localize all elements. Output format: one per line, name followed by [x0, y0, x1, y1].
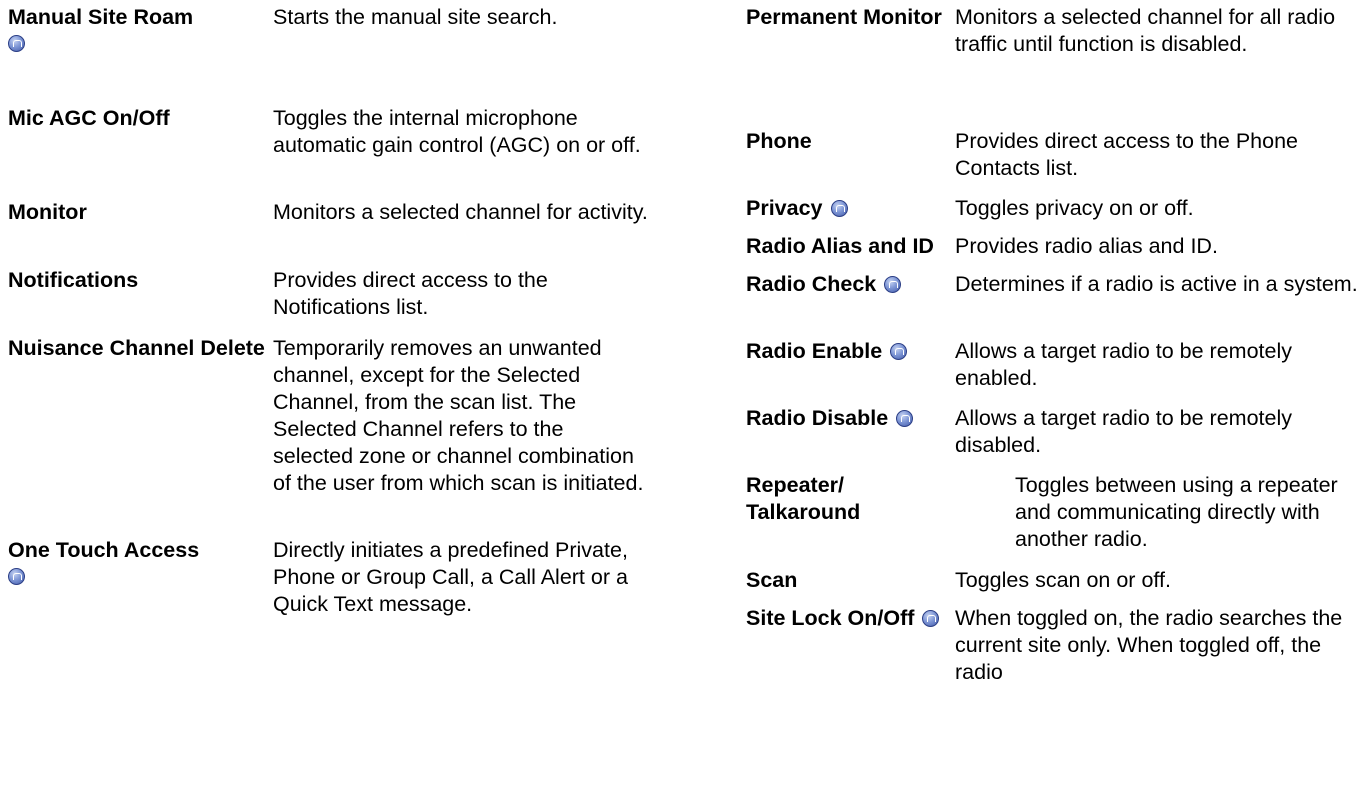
- term-radio-disable: Radio Disable: [746, 406, 889, 430]
- definition-row-site-lock: Site Lock On/Off When toggled on, the ra…: [746, 605, 1366, 686]
- digital-mode-icon: [8, 35, 25, 52]
- digital-mode-icon: [8, 568, 25, 585]
- description-monitor: Monitors a selected channel for activity…: [273, 200, 648, 224]
- term-cell: Manual Site Roam: [8, 4, 273, 52]
- definition-row-mic-agc: Mic AGC On/Off Toggles the internal micr…: [8, 105, 648, 199]
- definition-row-privacy: Privacy Toggles privacy on or off.: [746, 195, 1366, 233]
- description-one-touch-access: Directly initiates a predefined Private,…: [273, 538, 628, 616]
- term-cell: One Touch Access: [8, 537, 273, 585]
- term-cell: Radio Disable: [746, 405, 955, 432]
- digital-mode-icon: [922, 610, 940, 627]
- description-phone: Provides direct access to the Phone Cont…: [955, 129, 1298, 180]
- left-column: Manual Site Roam Starts the manual site …: [8, 4, 648, 667]
- definition-row-manual-site-roam: Manual Site Roam Starts the manual site …: [8, 4, 648, 105]
- term-radio-check: Radio Check: [746, 272, 877, 296]
- term-repeater-talkaround: Repeater/ Talkaround: [746, 473, 861, 524]
- term-manual-site-roam: Manual Site Roam: [8, 5, 194, 29]
- term-cell: Radio Enable: [746, 338, 955, 365]
- digital-mode-icon: [830, 200, 848, 217]
- definition-row-repeater-talkaround: Repeater/ Talkaround Toggles between usi…: [746, 472, 1366, 567]
- description-radio-check: Determines if a radio is active in a sys…: [955, 272, 1358, 296]
- term-cell: Privacy: [746, 195, 955, 222]
- description-radio-enable: Allows a target radio to be remotely ena…: [955, 339, 1292, 390]
- definition-row-radio-alias: Radio Alias and ID Provides radio alias …: [746, 233, 1366, 271]
- term-one-touch-access: One Touch Access: [8, 538, 200, 562]
- digital-mode-icon: [896, 410, 914, 427]
- definition-row-radio-check: Radio Check Determines if a radio is act…: [746, 271, 1366, 338]
- definition-row-one-touch-access: One Touch Access Directly initiates a pr…: [8, 537, 648, 667]
- description-site-lock: When toggled on, the radio searches the …: [955, 606, 1343, 684]
- term-radio-enable: Radio Enable: [746, 339, 883, 363]
- definition-row-radio-disable: Radio Disable Allows a target radio to b…: [746, 405, 1366, 472]
- term-privacy: Privacy: [746, 196, 823, 220]
- definition-row-nuisance-channel-delete: Nuisance Channel Delete Temporarily remo…: [8, 335, 648, 537]
- term-mic-agc: Mic AGC On/Off: [8, 106, 170, 130]
- description-privacy: Toggles privacy on or off.: [955, 196, 1194, 220]
- definition-row-notifications: Notifications Provides direct access to …: [8, 267, 648, 335]
- description-scan: Toggles scan on or off.: [955, 568, 1171, 592]
- term-permanent-monitor: Permanent Monitor: [746, 5, 942, 29]
- term-cell: Radio Check: [746, 271, 955, 298]
- term-monitor: Monitor: [8, 200, 87, 224]
- term-cell: Site Lock On/Off: [746, 605, 955, 632]
- description-repeater-talkaround: Toggles between using a repeater and com…: [1015, 473, 1338, 551]
- description-radio-alias: Provides radio alias and ID.: [955, 234, 1218, 258]
- description-mic-agc: Toggles the internal microphone automati…: [273, 106, 641, 157]
- digital-mode-icon: [884, 276, 902, 293]
- term-nuisance-channel-delete: Nuisance Channel Delete: [8, 336, 265, 360]
- definition-row-radio-enable: Radio Enable Allows a target radio to be…: [746, 338, 1366, 405]
- term-phone: Phone: [746, 129, 812, 153]
- description-nuisance-channel-delete: Temporarily removes an unwanted channel,…: [273, 336, 644, 495]
- definition-row-permanent-monitor: Permanent Monitor Monitors a selected ch…: [746, 4, 1366, 128]
- description-manual-site-roam: Starts the manual site search.: [273, 5, 558, 29]
- definition-row-monitor: Monitor Monitors a selected channel for …: [8, 199, 648, 267]
- right-column: Permanent Monitor Monitors a selected ch…: [746, 4, 1366, 686]
- description-notifications: Provides direct access to the Notificati…: [273, 268, 548, 319]
- term-scan: Scan: [746, 568, 798, 592]
- definition-row-phone: Phone Provides direct access to the Phon…: [746, 128, 1366, 195]
- term-notifications: Notifications: [8, 268, 139, 292]
- digital-mode-icon: [890, 343, 908, 360]
- term-site-lock: Site Lock On/Off: [746, 606, 915, 630]
- term-radio-alias: Radio Alias and ID: [746, 234, 934, 258]
- definition-row-scan: Scan Toggles scan on or off.: [746, 567, 1366, 605]
- description-radio-disable: Allows a target radio to be remotely dis…: [955, 406, 1292, 457]
- description-permanent-monitor: Monitors a selected channel for all radi…: [955, 5, 1336, 56]
